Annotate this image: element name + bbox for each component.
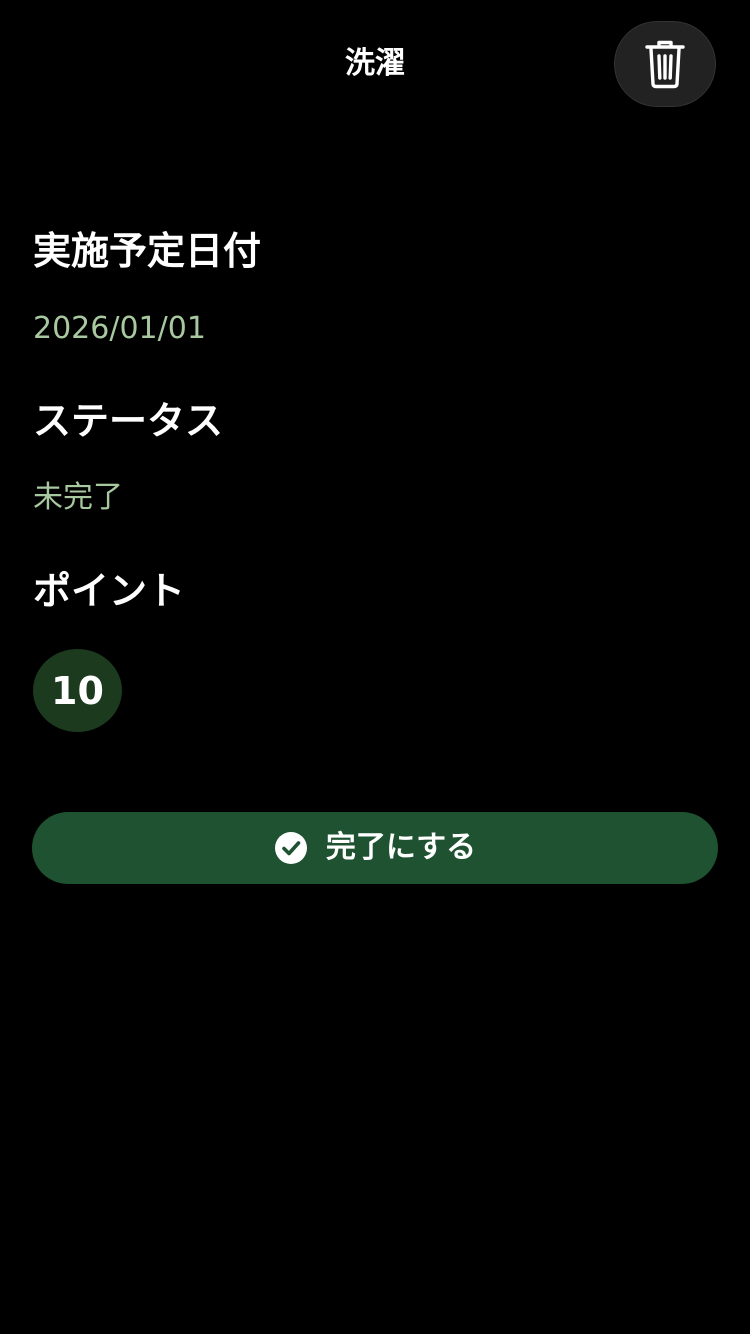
complete-button[interactable]: 完了にする — [32, 812, 718, 884]
complete-button-label: 完了にする — [325, 830, 477, 865]
navigation-bar: 洗濯 — [0, 0, 750, 130]
scheduled-date-heading: 実施予定日付 — [33, 229, 262, 273]
delete-button[interactable] — [614, 21, 716, 107]
trash-icon — [645, 40, 685, 89]
status-heading: ステータス — [33, 399, 224, 443]
points-heading: ポイント — [33, 569, 186, 613]
scheduled-date-value: 2026/01/01 — [33, 311, 206, 346]
check-circle-icon — [274, 831, 308, 865]
status-value: 未完了 — [33, 480, 123, 515]
points-badge: 10 — [33, 649, 122, 732]
